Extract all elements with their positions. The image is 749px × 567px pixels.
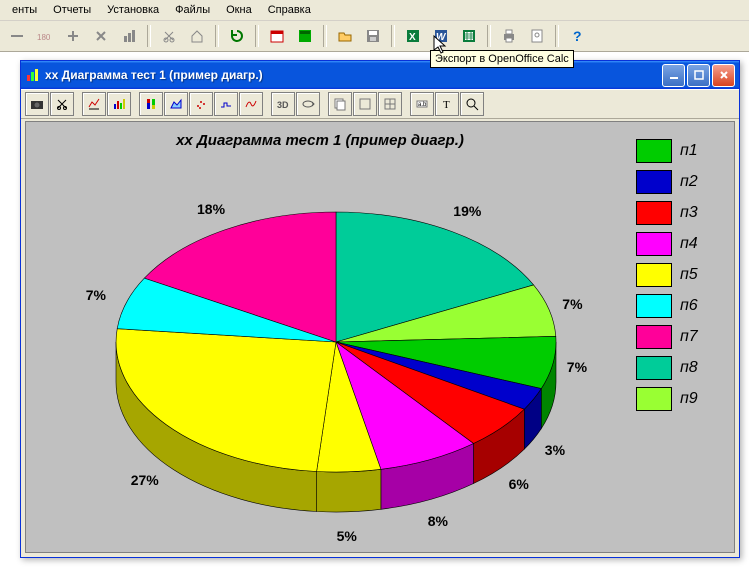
svg-text:X: X: [409, 32, 416, 43]
svg-text:a.b: a.b: [418, 102, 427, 108]
save-icon[interactable]: [360, 23, 386, 49]
rotate-icon[interactable]: [296, 92, 320, 116]
legend-swatch: [636, 356, 672, 380]
x-icon[interactable]: [88, 23, 114, 49]
grid-icon[interactable]: [378, 92, 402, 116]
maximize-button[interactable]: [687, 64, 710, 87]
stacked-bar-icon[interactable]: [139, 92, 163, 116]
menu-item[interactable]: Отчеты: [45, 2, 99, 18]
legend-swatch: [636, 325, 672, 349]
svg-text:180: 180: [37, 33, 51, 42]
window-icon: [25, 67, 41, 83]
svg-text:T: T: [443, 99, 450, 111]
cursor-icon: [434, 36, 450, 56]
pie-label: 18%: [197, 201, 225, 217]
plot-area: xx Диаграмма тест 1 (пример диагр.) п1 п2…: [25, 121, 735, 553]
pie-label: 7%: [86, 287, 106, 303]
camera-icon[interactable]: [25, 92, 49, 116]
legend-swatch: [636, 139, 672, 163]
legend-item[interactable]: п9: [636, 387, 726, 411]
chart-window: xx Диаграмма тест 1 (пример диагр.) 3D a…: [20, 60, 740, 558]
label-icon[interactable]: a.b: [410, 92, 434, 116]
line-chart-icon[interactable]: [82, 92, 106, 116]
legend-item[interactable]: п6: [636, 294, 726, 318]
scissors-icon[interactable]: [156, 23, 182, 49]
3d-icon[interactable]: 3D: [271, 92, 295, 116]
openoffice-calc-icon[interactable]: [456, 23, 482, 49]
preview-icon[interactable]: [524, 23, 550, 49]
legend-item[interactable]: п8: [636, 356, 726, 380]
toolbar-btn-2[interactable]: 180: [32, 23, 58, 49]
pie-chart: 19%7%7%3%6%8%5%27%7%18%: [66, 172, 586, 532]
zoom-icon[interactable]: [460, 92, 484, 116]
app-toolbar: 180 X W ?: [0, 21, 749, 52]
svg-text:?: ?: [573, 28, 582, 44]
help-icon[interactable]: ?: [564, 23, 590, 49]
legend-label: п9: [680, 390, 698, 408]
legend-label: п8: [680, 359, 698, 377]
chart-toolbar: 3D a.b T: [21, 89, 739, 119]
spline-icon[interactable]: [239, 92, 263, 116]
legend-swatch: [636, 263, 672, 287]
pie-label: 5%: [337, 528, 357, 544]
legend-item[interactable]: п3: [636, 201, 726, 225]
area-chart-icon[interactable]: [164, 92, 188, 116]
tooltip: Экспорт в OpenOffice Calc: [430, 50, 574, 68]
legend-label: п1: [680, 142, 698, 160]
chart-title: xx Диаграмма тест 1 (пример диагр.): [26, 132, 614, 149]
panel-icon[interactable]: [353, 92, 377, 116]
legend-label: п7: [680, 328, 698, 346]
home-icon[interactable]: [184, 23, 210, 49]
pie-label: 19%: [453, 203, 481, 219]
toolbar-btn-1[interactable]: [4, 23, 30, 49]
open-icon[interactable]: [332, 23, 358, 49]
pie-label: 7%: [567, 359, 587, 375]
menu-item[interactable]: Установка: [99, 2, 167, 18]
legend-label: п3: [680, 204, 698, 222]
print-icon[interactable]: [496, 23, 522, 49]
copy-icon[interactable]: [328, 92, 352, 116]
legend-item[interactable]: п1: [636, 139, 726, 163]
minimize-button[interactable]: [662, 64, 685, 87]
legend-swatch: [636, 232, 672, 256]
pie-label: 6%: [509, 476, 529, 492]
pie-label: 8%: [428, 513, 448, 529]
calculator-icon[interactable]: [292, 23, 318, 49]
legend-item[interactable]: п7: [636, 325, 726, 349]
refresh-icon[interactable]: [224, 23, 250, 49]
pie-label: 3%: [545, 442, 565, 458]
legend-item[interactable]: п2: [636, 170, 726, 194]
text-icon[interactable]: T: [435, 92, 459, 116]
legend: п1 п2 п3 п4 п5 п6 п7 п8 п9: [636, 132, 726, 418]
window-title: xx Диаграмма тест 1 (пример диагр.): [45, 68, 660, 82]
chart-icon[interactable]: [116, 23, 142, 49]
cut-icon[interactable]: [50, 92, 74, 116]
close-button[interactable]: [712, 64, 735, 87]
titlebar[interactable]: xx Диаграмма тест 1 (пример диагр.): [21, 61, 739, 89]
menu-item[interactable]: Справка: [260, 2, 319, 18]
legend-swatch: [636, 294, 672, 318]
svg-text:3D: 3D: [277, 100, 289, 110]
legend-swatch: [636, 387, 672, 411]
legend-label: п5: [680, 266, 698, 284]
legend-item[interactable]: п5: [636, 263, 726, 287]
legend-swatch: [636, 170, 672, 194]
excel-icon[interactable]: X: [400, 23, 426, 49]
pie-label: 7%: [562, 296, 582, 312]
legend-label: п4: [680, 235, 698, 253]
plus-icon[interactable]: [60, 23, 86, 49]
bar-chart-icon[interactable]: [107, 92, 131, 116]
menu-item[interactable]: енты: [4, 2, 45, 18]
step-chart-icon[interactable]: [214, 92, 238, 116]
calendar-icon[interactable]: [264, 23, 290, 49]
legend-swatch: [636, 201, 672, 225]
legend-item[interactable]: п4: [636, 232, 726, 256]
pie-label: 27%: [131, 472, 159, 488]
menu-item[interactable]: Файлы: [167, 2, 218, 18]
legend-label: п2: [680, 173, 698, 191]
legend-label: п6: [680, 297, 698, 315]
app-menubar: енты Отчеты Установка Файлы Окна Справка: [0, 0, 749, 21]
menu-item[interactable]: Окна: [218, 2, 260, 18]
scatter-icon[interactable]: [189, 92, 213, 116]
